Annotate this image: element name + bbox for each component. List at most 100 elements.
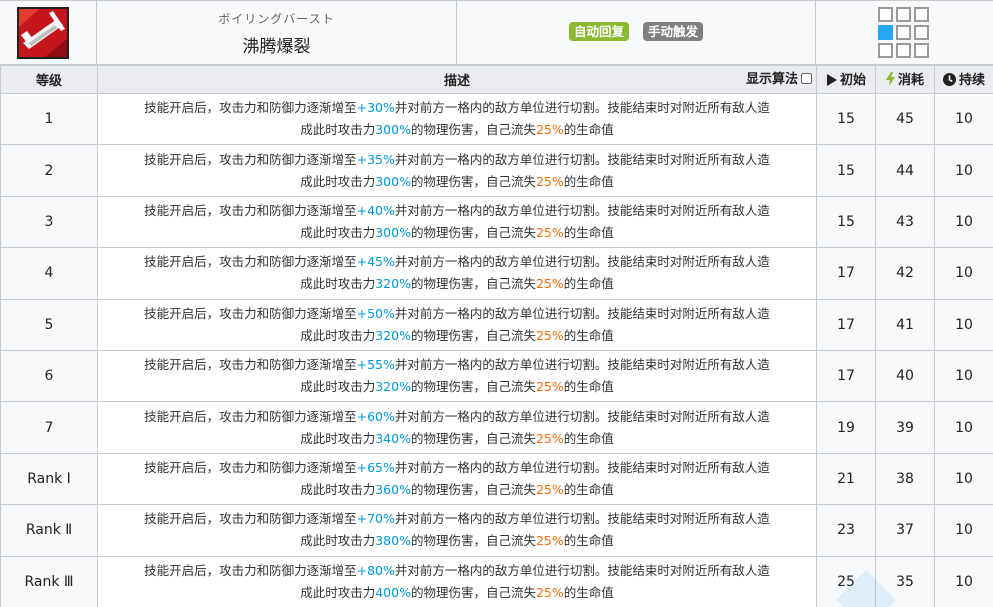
desc-text: 的物理伤害，自己流失 bbox=[410, 276, 536, 292]
desc-text: 并对前方一格内的敌方单位进行切割。技能结束时对附近所有敌人造 bbox=[394, 408, 770, 424]
hp-loss-value: 25% bbox=[535, 584, 564, 600]
level-cell: 2 bbox=[0, 144, 98, 197]
desc-text: 的生命值 bbox=[563, 379, 614, 395]
description-cell: 技能开启后，攻击力和防御力逐渐增至+65%并对前方一格内的敌方单位进行切割。技能… bbox=[97, 452, 817, 506]
description-cell: 技能开启后，攻击力和防御力逐渐增至+80%并对前方一格内的敌方单位进行切割。技能… bbox=[97, 555, 817, 607]
table-row: 6 技能开启后，攻击力和防御力逐渐增至+55%并对前方一格内的敌方单位进行切割。技… bbox=[0, 349, 993, 403]
duration-cell: 10 bbox=[934, 555, 993, 607]
desc-text: 成此时攻击力 bbox=[300, 122, 376, 138]
range-cell bbox=[896, 25, 911, 40]
duration-cell: 10 bbox=[934, 247, 993, 300]
duration-cell: 10 bbox=[934, 401, 993, 454]
description-column-header: 描述 显示算法 bbox=[97, 65, 817, 94]
initial-sp-cell: 23 bbox=[816, 504, 876, 557]
hp-loss-value: 25% bbox=[535, 122, 564, 138]
duration-cell: 10 bbox=[934, 298, 993, 351]
sp-cost-cell: 44 bbox=[875, 144, 935, 197]
atk-multiplier-value: 320% bbox=[375, 379, 411, 395]
desc-text: 的物理伤害，自己流失 bbox=[410, 327, 536, 343]
desc-text: 技能开启后，攻击力和防御力逐渐增至 bbox=[144, 357, 357, 373]
description-cell: 技能开启后，攻击力和防御力逐渐增至+50%并对前方一格内的敌方单位进行切割。技能… bbox=[97, 298, 817, 351]
level-cell: 3 bbox=[0, 195, 98, 249]
desc-text: 并对前方一格内的敌方单位进行切割。技能结束时对附近所有敌人造 bbox=[394, 254, 770, 270]
level-cell: 1 bbox=[0, 92, 98, 146]
range-cell bbox=[914, 43, 929, 58]
duration-cell: 10 bbox=[934, 92, 993, 146]
skill-tags-cell: 自动回复 手动触发 bbox=[457, 1, 816, 65]
desc-text: 技能开启后，攻击力和防御力逐渐增至 bbox=[144, 511, 357, 527]
stat-increase-value: +30% bbox=[356, 100, 395, 116]
atk-multiplier-value: 380% bbox=[375, 533, 411, 549]
initial-sp-cell: 19 bbox=[816, 401, 876, 454]
initial-sp-cell: 17 bbox=[816, 349, 876, 403]
description-cell: 技能开启后，攻击力和防御力逐渐增至+40%并对前方一格内的敌方单位进行切割。技能… bbox=[97, 195, 817, 249]
initial-sp-cell: 17 bbox=[816, 247, 876, 300]
desc-text: 成此时攻击力 bbox=[300, 224, 376, 240]
desc-text: 成此时攻击力 bbox=[300, 481, 376, 497]
stat-increase-value: +65% bbox=[356, 459, 395, 475]
play-icon bbox=[826, 74, 837, 90]
sp-cost-cell: 35 bbox=[875, 555, 935, 607]
initial-sp-cell: 15 bbox=[816, 144, 876, 197]
desc-text: 的生命值 bbox=[563, 276, 614, 292]
attack-range-grid bbox=[878, 7, 932, 61]
duration-cell: 10 bbox=[934, 195, 993, 249]
atk-multiplier-value: 300% bbox=[375, 173, 411, 189]
hp-loss-value: 25% bbox=[535, 224, 564, 240]
table-row: Rank Ⅰ 技能开启后，攻击力和防御力逐渐增至+65%并对前方一格内的敌方单位进… bbox=[0, 452, 993, 506]
desc-text: 的生命值 bbox=[563, 481, 614, 497]
desc-text: 的物理伤害，自己流失 bbox=[410, 481, 536, 497]
desc-text: 成此时攻击力 bbox=[300, 379, 376, 395]
desc-text: 技能开启后，攻击力和防御力逐渐增至 bbox=[144, 100, 357, 116]
stat-increase-value: +80% bbox=[356, 562, 395, 578]
desc-text: 的物理伤害，自己流失 bbox=[410, 379, 536, 395]
desc-text: 并对前方一格内的敌方单位进行切割。技能结束时对附近所有敌人造 bbox=[394, 100, 770, 116]
description-cell: 技能开启后，攻击力和防御力逐渐增至+60%并对前方一格内的敌方单位进行切割。技能… bbox=[97, 401, 817, 454]
desc-text: 技能开启后，攻击力和防御力逐渐增至 bbox=[144, 202, 357, 218]
level-column-header: 等级 bbox=[0, 65, 98, 94]
skill-icon-cell bbox=[0, 1, 97, 65]
desc-text: 的物理伤害，自己流失 bbox=[410, 224, 536, 240]
table-row: 1 技能开启后，攻击力和防御力逐渐增至+30%并对前方一格内的敌方单位进行切割。技… bbox=[0, 92, 993, 146]
initial-sp-cell: 15 bbox=[816, 195, 876, 249]
table-row: 5 技能开启后，攻击力和防御力逐渐增至+50%并对前方一格内的敌方单位进行切割。技… bbox=[0, 298, 993, 351]
sp-cost-column-header: 消耗 bbox=[875, 65, 935, 94]
duration-cell: 10 bbox=[934, 349, 993, 403]
desc-text: 的生命值 bbox=[563, 173, 614, 189]
description-cell: 技能开启后，攻击力和防御力逐渐增至+55%并对前方一格内的敌方单位进行切割。技能… bbox=[97, 349, 817, 403]
initial-sp-cell: 21 bbox=[816, 452, 876, 506]
desc-text: 成此时攻击力 bbox=[300, 533, 376, 549]
desc-text: 成此时攻击力 bbox=[300, 584, 376, 600]
show-formula-checkbox[interactable] bbox=[801, 73, 812, 84]
level-cell: 7 bbox=[0, 401, 98, 454]
skill-header: ボイリングバースト 沸腾爆裂 自动回复 手动触发 bbox=[0, 0, 993, 65]
level-cell: 6 bbox=[0, 349, 98, 403]
desc-text: 的物理伤害，自己流失 bbox=[410, 584, 536, 600]
initial-sp-header-label: 初始 bbox=[839, 73, 866, 88]
table-row: Rank Ⅲ 技能开启后，攻击力和防御力逐渐增至+80%并对前方一格内的敌方单位进… bbox=[0, 555, 993, 607]
level-cell: Rank Ⅱ bbox=[0, 504, 98, 557]
sp-cost-cell: 38 bbox=[875, 452, 935, 506]
table-row: 7 技能开启后，攻击力和防御力逐渐增至+60%并对前方一格内的敌方单位进行切割。技… bbox=[0, 401, 993, 454]
recovery-type-badge: 自动回复 bbox=[569, 22, 630, 41]
atk-multiplier-value: 300% bbox=[375, 224, 411, 240]
skill-level-rows: 1 技能开启后，攻击力和防御力逐渐增至+30%并对前方一格内的敌方单位进行切割。技… bbox=[0, 92, 993, 607]
trigger-type-badge: 手动触发 bbox=[643, 22, 704, 41]
duration-header-label: 持续 bbox=[958, 73, 985, 88]
range-cell bbox=[914, 7, 929, 22]
sp-cost-cell: 43 bbox=[875, 195, 935, 249]
description-cell: 技能开启后，攻击力和防御力逐渐增至+30%并对前方一格内的敌方单位进行切割。技能… bbox=[97, 92, 817, 146]
sp-cost-cell: 45 bbox=[875, 92, 935, 146]
hp-loss-value: 25% bbox=[535, 173, 564, 189]
lightning-icon bbox=[885, 72, 895, 90]
table-row: Rank Ⅱ 技能开启后，攻击力和防御力逐渐增至+70%并对前方一格内的敌方单位进… bbox=[0, 504, 993, 557]
desc-text: 的物理伤害，自己流失 bbox=[410, 122, 536, 138]
show-formula-toggle[interactable]: 显示算法 bbox=[746, 66, 812, 94]
desc-text: 的物理伤害，自己流失 bbox=[410, 430, 536, 446]
description-header-label: 描述 bbox=[443, 74, 470, 89]
level-cell: 5 bbox=[0, 298, 98, 351]
duration-cell: 10 bbox=[934, 504, 993, 557]
sp-cost-header-label: 消耗 bbox=[897, 73, 924, 88]
desc-text: 的生命值 bbox=[563, 224, 614, 240]
range-cell bbox=[896, 43, 911, 58]
